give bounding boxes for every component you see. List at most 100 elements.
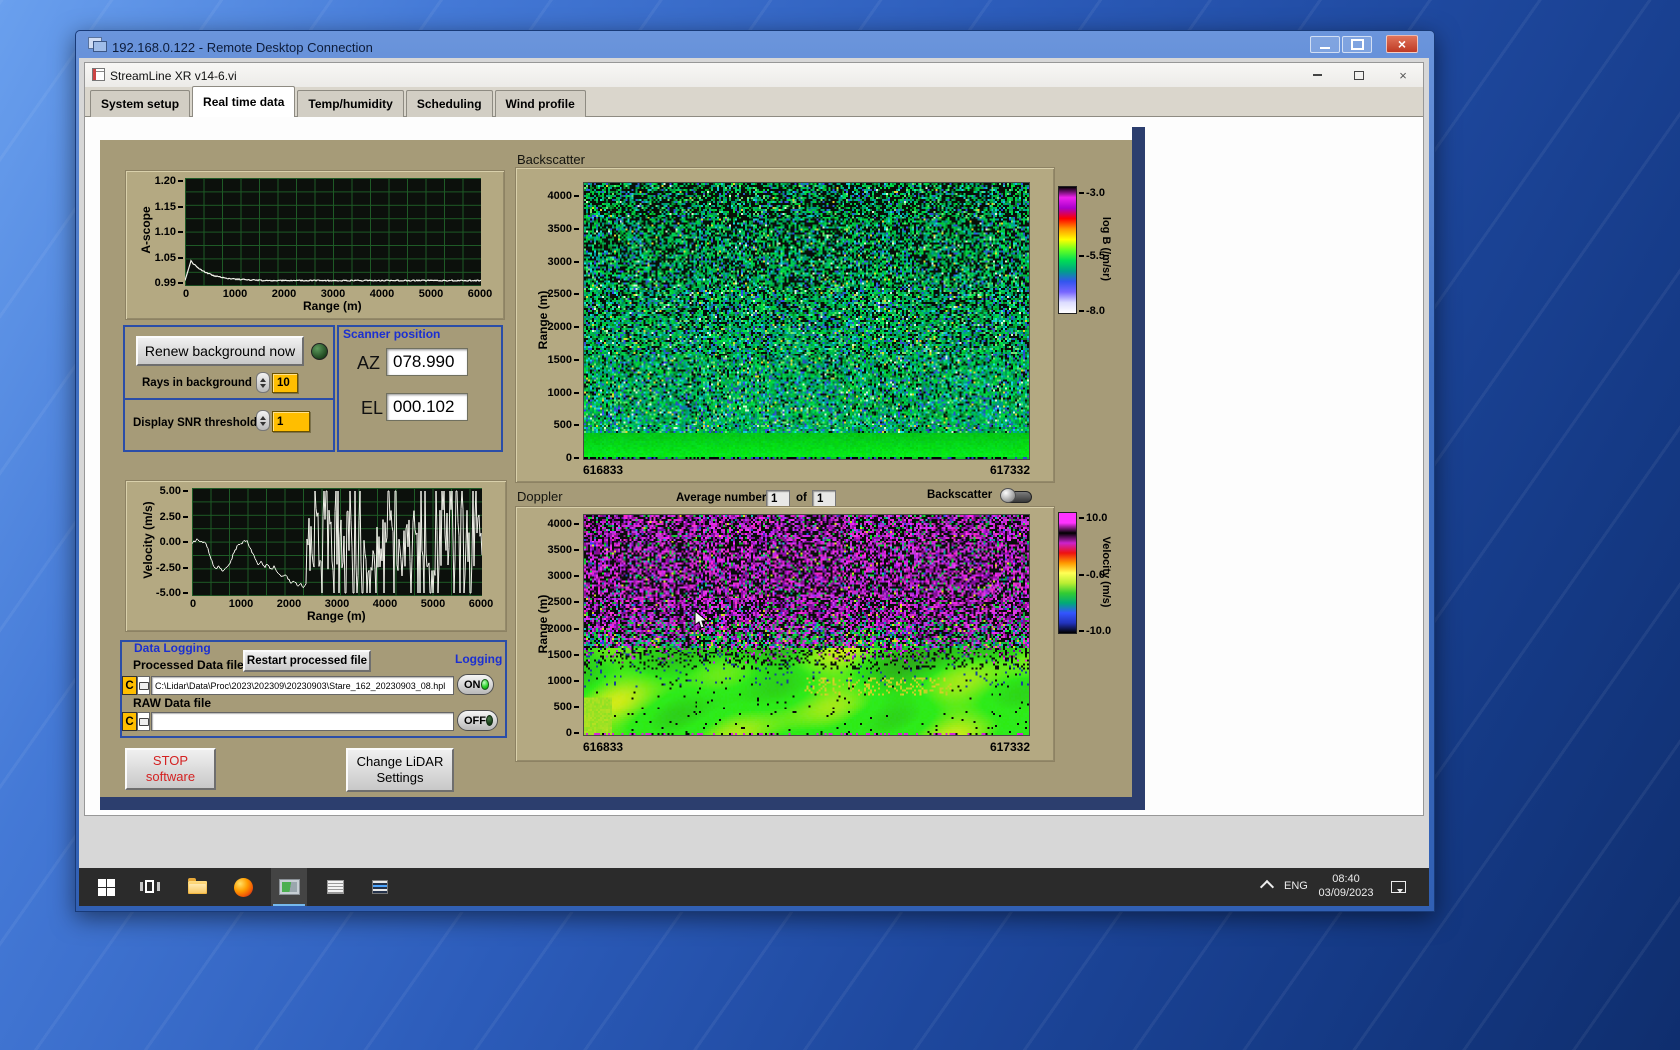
rdp-close-button[interactable]: × (1386, 35, 1418, 53)
change-lidar-settings-button[interactable]: Change LiDAR Settings (346, 748, 454, 792)
tab-real-time-data[interactable]: Real time data (192, 86, 296, 117)
on-label: ON (464, 678, 481, 691)
task-view-button[interactable] (132, 868, 168, 906)
app-close-button[interactable]: × (1394, 67, 1412, 83)
start-button[interactable] (88, 868, 124, 906)
backscatter-x-end-label: 617332 (989, 463, 1030, 477)
raw-browse-button[interactable] (137, 712, 150, 731)
raw-drive-selector[interactable]: C (122, 712, 137, 731)
snr-value-field[interactable]: 1 (272, 411, 310, 432)
y-tick-label: 2000 (523, 623, 579, 635)
x-tick-label: 6000 (467, 288, 493, 300)
y-tick-label: 3500 (523, 544, 579, 556)
tab-wind-profile[interactable]: Wind profile (494, 90, 586, 117)
scanner-position-title: Scanner position (343, 327, 441, 341)
rays-value-field[interactable]: 10 (272, 373, 298, 393)
y-tick-label: 3000 (523, 256, 579, 268)
language-indicator[interactable]: ENG (1284, 880, 1308, 892)
y-tick-label: 3500 (523, 223, 579, 235)
backscatter-section-title: Backscatter (517, 152, 585, 167)
stop-software-button[interactable]: STOP software (125, 748, 216, 790)
controls-divider (123, 398, 335, 400)
processed-browse-button[interactable] (137, 676, 150, 695)
snr-spinner[interactable] (256, 410, 270, 431)
toggle-knob[interactable] (1000, 488, 1016, 503)
vi-file-icon (92, 68, 105, 81)
tab-bar: System setup Real time data Temp/humidity S… (90, 86, 588, 117)
tab-temp-humidity[interactable]: Temp/humidity (297, 90, 404, 117)
mouse-cursor (694, 610, 709, 629)
list-app-icon (372, 880, 388, 894)
logging-label: Logging (455, 652, 503, 666)
scan-scheduler-button[interactable] (317, 868, 353, 906)
y-tick-label: 1500 (523, 354, 579, 366)
data-logging-title: Data Logging (134, 641, 211, 655)
backscatter-plot-canvas (584, 183, 1029, 459)
x-tick-label: 5000 (420, 598, 446, 610)
tab-scheduling[interactable]: Scheduling (405, 90, 493, 117)
colorbar-tick-label: -0.0 (1079, 569, 1105, 581)
increment-icon (260, 413, 266, 420)
app-minimize-button[interactable] (1308, 67, 1326, 83)
clock[interactable]: 08:40 03/09/2023 (1314, 872, 1378, 900)
renew-background-button[interactable]: Renew background now (136, 336, 304, 366)
of-label: of (796, 492, 807, 504)
restart-processed-file-button[interactable]: Restart processed file (243, 650, 371, 672)
raw-logging-toggle[interactable]: OFF (457, 710, 498, 731)
raw-path-input[interactable] (151, 712, 454, 731)
y-tick-label: 1500 (523, 649, 579, 661)
active-app-underline (273, 904, 305, 906)
panel-bottom-border (100, 797, 1145, 810)
x-tick-label: 4000 (369, 288, 395, 300)
y-tick-label: -2.50 (132, 562, 188, 574)
clock-date: 03/09/2023 (1318, 887, 1374, 899)
tab-system-setup[interactable]: System setup (90, 90, 191, 117)
elevation-value-field[interactable]: 000.102 (386, 393, 468, 421)
restore-icon (1354, 70, 1364, 80)
azimuth-value-field[interactable]: 078.990 (386, 348, 468, 376)
x-tick-label: 3000 (324, 598, 350, 610)
active-app-button[interactable] (271, 868, 307, 906)
y-tick-label: 500 (523, 419, 579, 431)
doppler-colorbar (1058, 512, 1077, 634)
decrement-icon (260, 421, 266, 429)
scheduler-window-icon (326, 880, 344, 894)
y-tick-label: 1000 (523, 675, 579, 687)
velocity-x-axis-label: Range (m) (307, 609, 366, 623)
rdp-minimize-button[interactable] (1310, 36, 1340, 53)
panel-right-border (1132, 127, 1145, 810)
stop-line1: STOP (152, 753, 189, 768)
ascope-x-axis-label: Range (m) (303, 299, 362, 313)
file-explorer-button[interactable] (179, 868, 215, 906)
x-tick-label: 2000 (276, 598, 302, 610)
change-line1: Change LiDAR (356, 754, 444, 769)
rays-spinner[interactable] (256, 372, 270, 393)
processed-path-input[interactable]: C:\Lidar\Data\Proc\2023\202309\20230903\… (151, 676, 454, 695)
average-number-field[interactable]: 1 (766, 490, 790, 507)
colorbar-tick-label: -5.5 (1079, 250, 1105, 262)
app-restore-button[interactable] (1350, 67, 1368, 83)
firefox-button[interactable] (225, 868, 261, 906)
x-tick-label: 5000 (418, 288, 444, 300)
rdp-window-title: 192.168.0.122 - Remote Desktop Connectio… (112, 40, 373, 55)
list-app-button[interactable] (362, 868, 398, 906)
x-tick-label: 1000 (222, 288, 248, 300)
y-tick-label: 1.15 (127, 201, 183, 213)
x-tick-label: 4000 (372, 598, 398, 610)
y-tick-label: 4000 (523, 518, 579, 530)
close-icon: × (1399, 67, 1407, 83)
streamline-titlebar[interactable] (85, 63, 1423, 88)
increment-icon (260, 375, 266, 382)
processed-logging-toggle[interactable]: ON (457, 674, 494, 695)
tray-expand-button[interactable] (1256, 876, 1278, 898)
change-line2: Settings (376, 770, 424, 785)
average-count-field[interactable]: 1 (812, 490, 836, 507)
processed-drive-selector[interactable]: C (122, 676, 137, 695)
background-status-led (311, 343, 328, 360)
y-tick-label: 2.50 (132, 511, 188, 523)
logging-off-led (486, 715, 493, 726)
rdp-maximize-button[interactable] (1342, 36, 1372, 53)
ascope-plot-canvas (185, 178, 481, 286)
action-center-button[interactable] (1386, 876, 1410, 898)
streamline-window-title: StreamLine XR v14-6.vi (110, 69, 237, 83)
